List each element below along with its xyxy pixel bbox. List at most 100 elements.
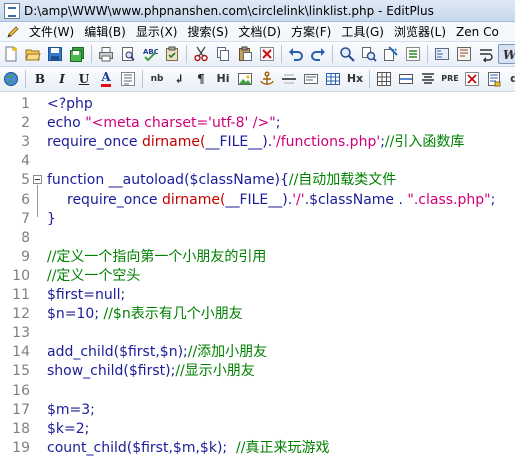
code-line[interactable]: 16 — [0, 382, 515, 401]
underline-button[interactable]: U — [74, 69, 94, 89]
clipboard-check-icon[interactable] — [162, 44, 182, 64]
spell-check-icon[interactable]: ABC — [140, 44, 160, 64]
menu-tools[interactable]: 工具(G) — [336, 23, 389, 41]
code-line[interactable]: 4 — [0, 152, 515, 171]
code-token: $m — [172, 439, 196, 456]
menu-document[interactable]: 文档(D) — [233, 23, 286, 41]
remove-tag-icon[interactable] — [462, 69, 482, 89]
table-icon[interactable] — [323, 69, 343, 89]
pencil-icon[interactable] — [4, 23, 22, 41]
menu-edit[interactable]: 编辑(B) — [79, 23, 131, 41]
form-icon[interactable] — [301, 69, 321, 89]
toolbar-separator — [281, 45, 282, 63]
line-number: 19 — [12, 439, 30, 456]
line-number: 17 — [12, 401, 30, 418]
main-toolbar: ABC W — [0, 42, 515, 67]
code-line[interactable]: 11 $first=null; — [0, 286, 515, 305]
menu-project[interactable]: 方案(F) — [286, 23, 336, 41]
find-icon[interactable] — [337, 44, 357, 64]
new-file-icon[interactable] — [1, 44, 21, 64]
code-line[interactable]: 1 <?php — [0, 95, 515, 114]
heading-button[interactable]: Hi — [213, 69, 233, 89]
cliptext-icon[interactable] — [454, 44, 474, 64]
open-folder-icon[interactable] — [23, 44, 43, 64]
font-color-button[interactable]: A — [96, 69, 116, 89]
find-in-files-icon[interactable] — [381, 44, 401, 64]
code-line[interactable]: 14 add_child($first,$n);//添加小朋友 — [0, 343, 515, 362]
code-line[interactable]: 12 $n=10; //$n表示有几个小朋友 — [0, 305, 515, 324]
cut-icon[interactable] — [191, 44, 211, 64]
menu-file[interactable]: 文件(W) — [24, 23, 79, 41]
print-preview-icon[interactable] — [118, 44, 138, 64]
image-icon[interactable] — [235, 69, 255, 89]
code-line[interactable]: 10 //定义一个空头 — [0, 267, 515, 286]
code-line[interactable]: 7} — [0, 210, 515, 229]
code-line[interactable]: 8 — [0, 229, 515, 248]
window-title: D:\amp\WWW\www.phpnanshen.com\circlelink… — [24, 3, 434, 18]
code-token: } — [47, 210, 56, 227]
paragraph-button[interactable]: ¶ — [191, 69, 211, 89]
code-line[interactable]: 17 $m=3; — [0, 401, 515, 420]
code-line[interactable]: 13 — [0, 324, 515, 343]
code-token: //显示小朋友 — [175, 363, 255, 380]
menu-browser[interactable]: 浏览器(L) — [389, 23, 451, 41]
div-label: di — [510, 71, 515, 87]
code-token: $k — [199, 439, 217, 456]
code-line[interactable]: 19 count_child($first,$m,$k); //真正来玩游戏 — [0, 439, 515, 458]
code-token: ); — [165, 363, 176, 380]
script-icon[interactable] — [484, 69, 504, 89]
fold-toggle-icon[interactable] — [33, 175, 42, 185]
table-grid-icon[interactable] — [374, 69, 394, 89]
code-line[interactable]: 2 echo "<meta charset='utf-8' />"; — [0, 114, 515, 133]
italic-button[interactable]: I — [52, 69, 72, 89]
code-line[interactable]: 15 show_child($first);//显示小朋友 — [0, 362, 515, 381]
goto-line-icon[interactable] — [403, 44, 423, 64]
code-token: $n — [159, 344, 178, 361]
bold-button[interactable]: B — [30, 69, 50, 89]
delete-icon[interactable] — [257, 44, 277, 64]
print-icon[interactable] — [96, 44, 116, 64]
save-icon[interactable] — [45, 44, 65, 64]
undo-icon[interactable] — [286, 44, 306, 64]
code-token: =2; — [64, 420, 90, 437]
anchor-icon[interactable] — [257, 69, 277, 89]
code-editor[interactable]: 1 <?php 2 echo "<meta charset='utf-8' />"; 3… — [0, 93, 515, 459]
browser-globe-icon[interactable] — [1, 69, 21, 89]
horizontal-rule-icon[interactable] — [279, 69, 299, 89]
code-line[interactable]: 18 $k=2; — [0, 420, 515, 439]
line-number: 4 — [21, 153, 30, 170]
line-number: 2 — [21, 115, 30, 132]
word-wrap-icon[interactable] — [476, 44, 496, 64]
heading-x-button[interactable]: Hx — [345, 69, 365, 89]
directory-icon[interactable] — [432, 44, 452, 64]
menu-search[interactable]: 搜索(S) — [182, 23, 233, 41]
nbsp-button[interactable]: nb — [147, 69, 167, 89]
align-center-icon[interactable] — [418, 69, 438, 89]
copy-icon[interactable] — [213, 44, 233, 64]
code-token: $className — [309, 191, 395, 208]
menu-zen-coding[interactable]: Zen Co — [451, 23, 504, 41]
code-token: =10; — [64, 306, 104, 323]
line-number: 13 — [12, 325, 30, 342]
save-all-icon[interactable] — [67, 44, 87, 64]
font-icon[interactable] — [118, 69, 138, 89]
html-toolbar-toggle-icon[interactable]: W — [498, 44, 515, 64]
replace-icon[interactable] — [359, 44, 379, 64]
code-token: $className — [189, 172, 275, 189]
code-text: function __autoload($className){//自动加载类文… — [47, 171, 396, 190]
code-line[interactable]: 5 function __autoload($className){//自动加载类… — [0, 171, 515, 190]
line-number: 6 — [21, 191, 30, 208]
code-line[interactable]: 3 require_once dirname(__FILE__).'/functi… — [0, 133, 515, 152]
pre-button[interactable]: PRE — [440, 69, 460, 89]
toolbar-separator — [186, 45, 187, 63]
code-line[interactable]: 6 require_once dirname(__FILE__).'/'.$cla… — [0, 191, 515, 210]
div-button[interactable]: di — [506, 69, 515, 89]
toolbar-separator — [369, 70, 370, 88]
paste-icon[interactable] — [235, 44, 255, 64]
table-row-icon[interactable] — [396, 69, 416, 89]
code-text: $m=3; — [47, 401, 95, 420]
line-break-button[interactable]: ↲ — [169, 69, 189, 89]
menu-view[interactable]: 显示(X) — [131, 23, 183, 41]
code-line[interactable]: 9 //定义一个指向第一个小朋友的引用 — [0, 248, 515, 267]
redo-icon[interactable] — [308, 44, 328, 64]
